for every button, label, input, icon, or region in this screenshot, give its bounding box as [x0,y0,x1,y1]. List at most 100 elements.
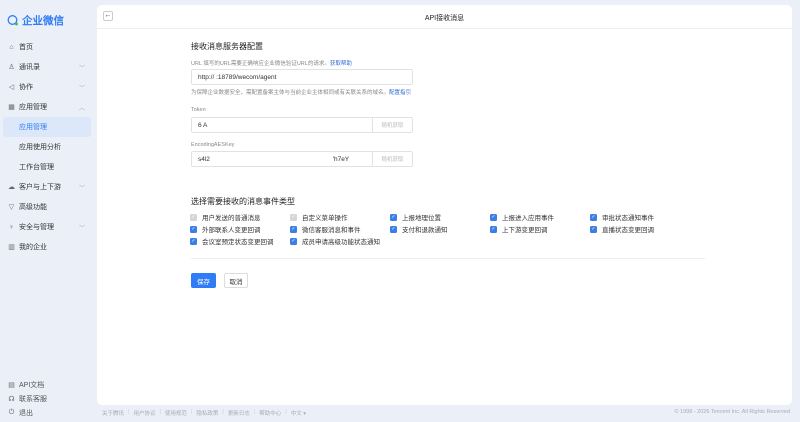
event-label: 支付和退款通知 [402,227,448,234]
event-checkbox[interactable]: ✓ 支付和退款通知 [390,224,448,234]
separator: | [253,409,256,415]
sidebar-item[interactable]: ☁ 客户与上下游 ﹀ [3,177,91,197]
separator: | [222,409,224,415]
event-checkbox[interactable]: ✓ 上报进入应用事件 [490,212,554,222]
token-value: 6 A [198,121,208,129]
aes-label: EncodingAESKey [191,142,235,148]
footer-link[interactable]: 关于腾讯 [102,409,124,417]
checkbox-icon: ✓ [590,225,597,233]
sidebar-item[interactable]: ♙ 通讯录 ﹀ [3,57,91,77]
sidebar-item-label: 退出 [19,410,33,417]
event-checkbox[interactable]: ✓ 微信客服消息和事件 [290,224,361,234]
home-icon: ⌂ [9,43,14,51]
event-label: 直播状态变更回调 [602,227,654,234]
sidebar-item-label: API文档 [19,382,45,389]
event-label: 上下游变更回调 [502,227,548,234]
sidebar-item[interactable]: 工作台管理 [3,157,91,177]
checkbox-icon: ✓ [290,225,297,233]
checkbox-icon: ✓ [190,237,197,245]
sidebar-item-label: 首页 [19,44,33,51]
checkbox-icon: ✓ [190,213,197,221]
footer-link[interactable]: 更新日志 [228,409,250,417]
advanced-icon: ▽ [8,204,15,211]
random-aes-button[interactable]: 随机获取 [372,151,412,167]
sidebar-item[interactable]: ▽ 高级功能 [3,197,91,217]
aes-key-input[interactable]: s4l2 'h7eY 随机获取 [191,151,413,167]
sidebar-item[interactable]: ♀ 安全与管理 ﹀ [3,217,91,237]
sidebar-item-label: 联系客服 [19,396,47,403]
sidebar-item-label: 应用管理 [19,124,47,131]
logo-icon [7,15,18,26]
security-icon: ♀ [8,223,15,231]
checkbox-icon: ✓ [390,225,397,233]
apps-icon: ▦ [8,104,15,111]
footer-links: 关于腾讯 | 用户协议 | 使用规范 | 隐私政策 | 更新日志 | 帮助中心 | 中文 ▾ [102,409,306,417]
doc-icon: ▤ [8,382,15,389]
event-label: 外部联系人变更回调 [202,227,261,234]
events-heading: 选择需要接收的消息事件类型 [191,197,295,206]
event-checkbox[interactable]: ✓ 上下游变更回调 [490,224,548,234]
company-icon: ▥ [8,244,15,251]
separator: | [128,409,130,415]
event-checkbox[interactable]: ✓ 直播状态变更回调 [590,224,654,234]
divider [191,258,705,259]
sidebar-bottom: ▤ API文档 ☊ 联系客服 ⏻ 退出 [3,378,91,420]
event-checkbox[interactable]: ✓ 上报地理位置 [390,212,441,222]
sidebar-bottom-item[interactable]: ⏻ 退出 [3,406,91,420]
divider [97,28,792,29]
event-label: 微信客服消息和事件 [302,227,361,234]
sidebar-item-label: 应用管理 [19,104,47,111]
sidebar-item[interactable]: ⌂ 首页 [3,37,91,57]
event-label: 审批状态通知事件 [602,215,654,222]
footer-link[interactable]: 用户协议 [133,409,155,417]
cancel-button[interactable]: 取消 [224,273,248,288]
note-text: 为保障企业数据安全，需配置备案主体与当前企业主体相同或有关联关系的域名。 [191,90,390,96]
chevron-icon: ﹀ [78,185,85,192]
event-label: 用户发送的普通消息 [202,215,261,222]
logo[interactable]: 企业微信 [7,13,64,28]
checkbox-icon: ✓ [590,213,597,221]
sidebar-item-label: 工作台管理 [19,164,54,171]
checkbox-icon: ✓ [290,213,297,221]
chevron-icon: ﹀ [78,85,85,92]
footer-link[interactable]: 隐私政策 [196,409,218,417]
config-guide-link[interactable]: 配置指引 [389,90,411,96]
sidebar: 企业微信 ⌂ 首页 ♙ 通讯录 ﹀ ◁ 协作 ﹀ ▦ 应用管理 ︿ 应用管理应用使用分析 工作台管理 ☁ 客… [0,0,95,422]
event-checkbox[interactable]: ✓ 成员申请高级功能状态通知 [290,236,380,246]
random-token-button[interactable]: 随机获取 [372,117,412,133]
sidebar-item[interactable]: 应用管理 [3,117,91,137]
url-label-text: URL 填写的URL需要正确响应企业微信验证URL的请求。 [191,61,330,67]
sidebar-item-label: 我的企业 [19,244,47,251]
chevron-icon: ︿ [78,105,85,112]
chevron-icon: ﹀ [78,225,85,232]
sidebar-item[interactable]: ▦ 应用管理 ︿ [3,97,91,117]
sidebar-item-label: 应用使用分析 [19,144,61,151]
sidebar-item[interactable]: ▥ 我的企业 [3,237,91,257]
save-button[interactable]: 保存 [191,273,216,288]
support-icon: ☊ [8,396,15,403]
event-checkbox[interactable]: ✓ 审批状态通知事件 [590,212,654,222]
checkbox-icon: ✓ [490,213,497,221]
footer-link[interactable]: 使用规范 [165,409,187,417]
footer-link[interactable]: 中文 ▾ [291,409,306,417]
event-checkbox[interactable]: ✓ 外部联系人变更回调 [190,224,261,234]
event-label: 上报地理位置 [402,215,441,222]
separator: | [285,409,287,415]
event-label: 上报进入应用事件 [502,215,554,222]
domain-note: 为保障企业数据安全，需配置备案主体与当前企业主体相同或有关联关系的域名。配置指引 [191,88,411,96]
customer-icon: ☁ [8,184,15,191]
url-input[interactable]: http:// :18789/wecom/agent [191,69,413,85]
copyright: © 1998 - 2026 Tencent Inc. All Rights Re… [674,409,790,415]
sidebar-bottom-item[interactable]: ☊ 联系客服 [3,392,91,406]
event-checkbox[interactable]: ✓ 会议室预定状态变更回调 [190,236,274,246]
checkbox-icon: ✓ [290,237,297,245]
sidebar-item[interactable]: ◁ 协作 ﹀ [3,77,91,97]
token-input[interactable]: 6 A 随机获取 [191,117,413,133]
sidebar-nav: ⌂ 首页 ♙ 通讯录 ﹀ ◁ 协作 ﹀ ▦ 应用管理 ︿ 应用管理应用使用分析 工作台管理 ☁ 客户与上下游… [3,37,91,257]
help-link[interactable]: 获取帮助 [330,61,352,67]
sidebar-bottom-item[interactable]: ▤ API文档 [3,378,91,392]
sidebar-item-label: 客户与上下游 [19,184,61,191]
footer-link[interactable]: 帮助中心 [259,409,281,417]
sidebar-item[interactable]: 应用使用分析 [3,137,91,157]
logout-icon: ⏻ [8,409,15,416]
